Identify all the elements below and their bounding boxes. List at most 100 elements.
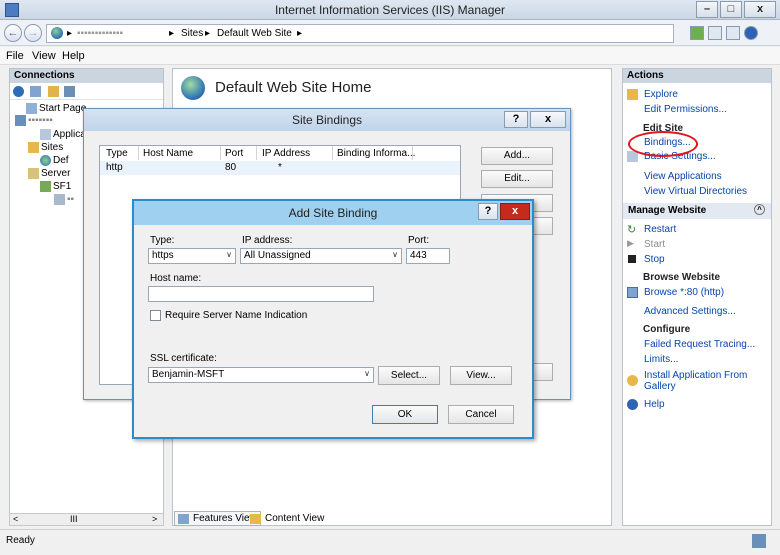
folder-icon[interactable] [48,86,59,97]
back-button[interactable]: ← [4,24,22,42]
connections-hscrollbar[interactable]: < III > [9,513,164,526]
title-bar: Internet Information Services (IIS) Mana… [0,0,780,20]
action-install-from-gallery[interactable]: Install Application From Gallery [644,370,747,392]
minimize-button[interactable]: – [696,1,718,18]
action-help[interactable]: Help [644,399,665,410]
chevron-down-icon: ∨ [364,369,370,378]
type-select[interactable]: https ∨ [148,248,236,264]
restart-icon: ↻ [627,224,637,236]
action-limits[interactable]: Limits... [644,354,678,365]
add-site-binding-dialog: Add Site Binding ? x Type: https ∨ IP add… [132,199,534,439]
ssl-certificate-select[interactable]: Benjamin-MSFT ∨ [148,367,374,383]
connections-header: Connections [10,69,163,83]
close-window-button[interactable]: x [744,1,776,18]
network-icon[interactable] [690,26,704,40]
app-pool-icon [40,129,51,140]
type-label: Type: [150,235,175,246]
add-binding-close-button[interactable]: x [500,203,530,220]
tree-default-web-site[interactable]: Def [40,155,69,166]
action-advanced-settings[interactable]: Advanced Settings... [644,306,736,317]
host-name-input[interactable] [148,286,374,302]
ok-button[interactable]: OK [372,405,438,424]
server-farms-icon [28,168,39,179]
breadcrumb-separator: ▸ [67,28,73,39]
forward-button[interactable]: → [24,24,42,42]
tree-application-pools[interactable]: Applica [40,129,86,140]
globe-icon [51,27,63,42]
server-icon [15,115,26,126]
scroll-left-icon[interactable]: < [13,514,18,524]
manage-website-section[interactable]: Manage Website ^ [623,203,771,219]
add-binding-button[interactable]: Add... [481,147,553,165]
view-tabs: Features View Content View [172,509,612,527]
table-row[interactable]: http 80 * [100,161,460,175]
edit-binding-button[interactable]: Edit... [481,170,553,188]
breadcrumb[interactable]: ▸ ▪▪▪▪▪▪▪▪▪▪▪▪▪ ▸ Sites ▸ Default Web Si… [46,24,674,43]
status-text: Ready [6,535,35,546]
site-bindings-help-button[interactable]: ? [504,111,528,128]
address-bar: ← → ▸ ▪▪▪▪▪▪▪▪▪▪▪▪▪ ▸ Sites ▸ Default We… [0,21,780,46]
ssl-certificate-label: SSL certificate: [150,353,217,364]
menu-help[interactable]: Help [62,50,85,62]
action-view-virtual-directories[interactable]: View Virtual Directories [644,186,747,197]
tree-sf1-child[interactable]: ▪▪ [54,194,74,205]
port-label: Port: [408,235,430,246]
tab-content-view[interactable]: Content View [246,511,328,526]
website-globe-icon [40,155,51,166]
action-failed-request-tracing[interactable]: Failed Request Tracing... [644,339,755,350]
tree-start-page[interactable]: Start Page [26,103,86,114]
farm-icon [40,181,51,192]
column-header-ip-address[interactable]: IP Address [262,148,310,159]
stop-icon [628,255,636,263]
cancel-button[interactable]: Cancel [448,405,514,424]
cell-type: http [106,162,123,173]
action-browse-80[interactable]: Browse *:80 (http) [644,287,724,298]
server-node-icon [54,194,65,205]
menu-file[interactable]: File [6,50,24,62]
port-input[interactable]: 443 [406,248,450,264]
browse-icon [627,287,638,298]
cell-port: 80 [225,162,237,173]
breadcrumb-separator: ▸ [297,28,303,39]
require-sni-checkbox[interactable] [150,310,161,321]
require-sni-label: Require Server Name Indication [165,310,308,321]
breadcrumb-default-web-site[interactable]: Default Web Site [217,28,292,39]
save-icon[interactable] [30,86,41,97]
column-header-host-name[interactable]: Host Name [143,148,193,159]
add-binding-help-button[interactable]: ? [478,203,498,220]
tools-icon[interactable] [726,26,740,40]
connect-icon[interactable] [13,86,24,97]
breadcrumb-server-redacted[interactable]: ▪▪▪▪▪▪▪▪▪▪▪▪▪ [77,28,123,39]
action-view-applications[interactable]: View Applications [644,171,722,182]
action-explore[interactable]: Explore [644,89,678,100]
view-certificate-button[interactable]: View... [450,366,512,385]
tree-server-redacted[interactable]: ▪▪▪▪▪▪▪ [15,115,53,126]
browse-website-heading: Browse Website [643,272,721,283]
site-bindings-close-button[interactable]: x [530,111,566,128]
content-view-icon [250,514,261,524]
breadcrumb-sites[interactable]: Sites [181,28,203,39]
scroll-right-icon[interactable]: > [152,514,157,524]
action-restart[interactable]: Restart [644,224,676,235]
tree-server-farms[interactable]: Server [28,168,70,179]
tree-sf1[interactable]: SF1 [40,181,71,192]
tree-sites[interactable]: Sites [28,142,63,153]
action-start: Start [644,239,666,250]
ip-address-select[interactable]: All Unassigned ∨ [240,248,402,264]
connections-icon[interactable] [64,86,75,97]
menu-view[interactable]: View [32,50,56,62]
mail-icon[interactable] [708,26,722,40]
scroll-thumb[interactable]: III [70,514,78,524]
select-certificate-button[interactable]: Select... [378,366,440,385]
actions-header: Actions [623,69,771,83]
action-stop[interactable]: Stop [644,254,665,265]
sites-folder-icon [28,142,39,153]
menu-bar: File View Help [0,47,780,65]
column-header-port[interactable]: Port [225,148,243,159]
column-header-binding-info[interactable]: Binding Informa... [337,148,415,159]
maximize-button[interactable]: □ [720,1,742,18]
action-edit-permissions[interactable]: Edit Permissions... [644,104,727,115]
help-icon[interactable] [744,26,758,40]
column-header-type[interactable]: Type [106,148,128,159]
collapse-icon[interactable]: ^ [754,204,765,215]
